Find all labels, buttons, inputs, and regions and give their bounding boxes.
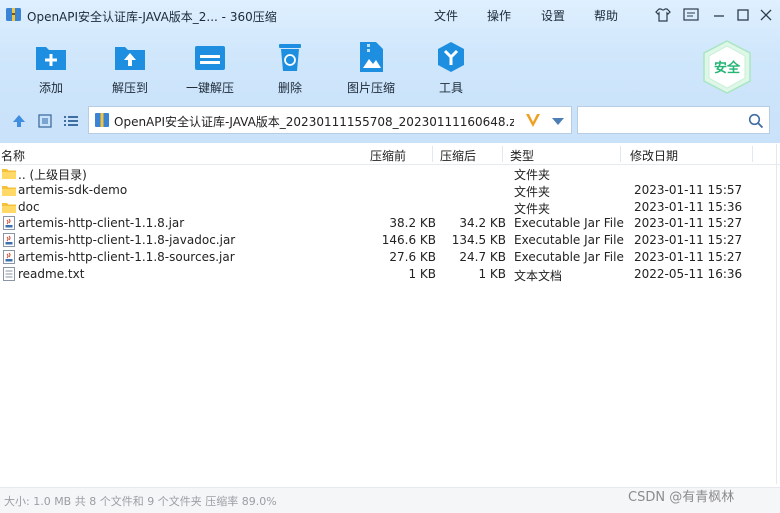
- column-divider[interactable]: [752, 146, 753, 162]
- column-modified[interactable]: 修改日期: [630, 147, 678, 164]
- file-compressed-size: 1 KB: [478, 266, 506, 281]
- file-name: doc: [18, 199, 40, 214]
- app-logo-icon: [6, 8, 21, 21]
- file-modified: 2023-01-11 15:27: [634, 216, 743, 231]
- thumbnail-view-icon[interactable]: [36, 112, 54, 130]
- add-button[interactable]: 添加: [16, 38, 86, 98]
- tools-button[interactable]: 工具: [416, 38, 486, 98]
- column-divider[interactable]: [620, 146, 621, 162]
- file-compressed-size: 134.5 KB: [451, 233, 506, 248]
- file-packed-size: 27.6 KB: [389, 250, 436, 264]
- folder-icon: [2, 169, 16, 179]
- tools-icon: [438, 42, 464, 72]
- file-row[interactable]: artemis-http-client-1.1.8-sources.jar 27.…: [0, 249, 780, 266]
- minimize-icon[interactable]: [710, 6, 728, 24]
- folder-icon: [2, 185, 16, 196]
- file-type: 文件夹: [514, 201, 551, 216]
- file-type: 文件夹: [514, 168, 551, 182]
- up-arrow-icon[interactable]: [10, 112, 28, 130]
- file-modified: 2022-05-11 16:36: [634, 266, 743, 281]
- file-list-header: 名称 压缩前 压缩后 类型 修改日期: [0, 144, 780, 165]
- file-modified: 2023-01-11 15:27: [634, 233, 743, 248]
- feedback-icon[interactable]: [682, 6, 700, 24]
- file-modified: 2023-01-11 15:27: [634, 250, 743, 264]
- file-modified: 2023-01-11 15:57: [634, 182, 743, 197]
- file-row[interactable]: artemis-http-client-1.1.8.jar 38.2 KB 34.2…: [0, 215, 780, 232]
- one-click-extract-icon: [195, 46, 225, 70]
- search-input[interactable]: [577, 106, 770, 134]
- close-icon[interactable]: [757, 6, 775, 24]
- top-panel: OpenAPI安全认证库-JAVA版本_2... - 360压缩 文件 操作 设…: [0, 0, 780, 143]
- image-compress-button-label: 图片压缩: [346, 81, 395, 95]
- folder-icon: [2, 202, 16, 213]
- archive-path: OpenAPI安全认证库-JAVA版本_20230111155708_20230…: [114, 115, 514, 129]
- file-compressed-size: 34.2 KB: [459, 216, 506, 231]
- image-compress-button[interactable]: 图片压缩: [336, 38, 406, 98]
- v-mark-icon: [526, 114, 540, 127]
- file-packed-size: 146.6 KB: [381, 233, 436, 248]
- file-type: Executable Jar File: [514, 233, 624, 248]
- address-bar[interactable]: OpenAPI安全认证库-JAVA版本_20230111155708_20230…: [88, 106, 572, 134]
- column-name[interactable]: 名称: [1, 147, 25, 164]
- file-packed-size: 1 KB: [408, 266, 436, 281]
- archive-window: OpenAPI安全认证库-JAVA版本_2... - 360压缩 文件 操作 设…: [0, 0, 780, 513]
- file-type: Executable Jar File: [514, 250, 624, 264]
- file-row[interactable]: readme.txt 1 KB 1 KB 文本文档 2022-05-11 16:36: [0, 266, 780, 283]
- tools-button-label: 工具: [438, 81, 463, 95]
- list-border: [776, 144, 777, 484]
- menu-operate[interactable]: 操作: [487, 7, 511, 24]
- file-row[interactable]: artemis-sdk-demo 文件夹 2023-01-11 15:57: [0, 182, 780, 199]
- file-type: 文本文档: [514, 268, 563, 283]
- list-view-icon[interactable]: [62, 112, 80, 130]
- jar-file-icon: [3, 233, 15, 248]
- file-modified: 2023-01-11 15:36: [634, 199, 743, 214]
- image-compress-icon: [360, 42, 383, 72]
- file-name: artemis-http-client-1.1.8-sources.jar: [18, 250, 235, 264]
- add-button-label: 添加: [38, 81, 63, 95]
- file-type: Executable Jar File: [514, 216, 624, 231]
- file-compressed-size: 24.7 KB: [459, 250, 506, 264]
- menu-file[interactable]: 文件: [434, 7, 458, 24]
- extract-to-button-label: 解压到: [111, 81, 148, 95]
- watermark: CSDN @有青枫林: [628, 490, 735, 505]
- one-click-extract-button-label: 一键解压: [185, 81, 234, 95]
- file-row[interactable]: .. (上级目录) 文件夹: [0, 165, 780, 182]
- menu-help[interactable]: 帮助: [594, 7, 618, 24]
- file-row[interactable]: doc 文件夹 2023-01-11 15:36: [0, 199, 780, 216]
- file-name: artemis-sdk-demo: [18, 182, 128, 197]
- status-text: 大小: 1.0 MB 共 8 个文件和 9 个文件夹 压缩率 89.0%: [4, 495, 277, 508]
- maximize-icon[interactable]: [734, 6, 752, 24]
- menu-settings[interactable]: 设置: [541, 7, 565, 24]
- column-type[interactable]: 类型: [510, 147, 534, 164]
- window-title: OpenAPI安全认证库-JAVA版本_2... - 360压缩: [27, 10, 277, 24]
- extract-to-icon: [115, 47, 145, 70]
- title-bar: OpenAPI安全认证库-JAVA版本_2... - 360压缩 文件 操作 设…: [0, 0, 780, 30]
- search-icon[interactable]: [748, 113, 764, 129]
- file-name: artemis-http-client-1.1.8-javadoc.jar: [18, 233, 236, 248]
- jar-file-icon: [3, 250, 15, 264]
- extract-to-button[interactable]: 解压到: [95, 38, 165, 98]
- delete-button-label: 删除: [277, 81, 302, 95]
- file-name: readme.txt: [18, 266, 85, 281]
- column-compressed[interactable]: 压缩后: [440, 147, 476, 164]
- column-packed[interactable]: 压缩前: [370, 147, 406, 164]
- file-name: artemis-http-client-1.1.8.jar: [18, 216, 185, 231]
- delete-button[interactable]: 删除: [255, 38, 325, 98]
- file-row[interactable]: artemis-http-client-1.1.8-javadoc.jar 146…: [0, 232, 780, 249]
- skin-shirt-icon[interactable]: [654, 6, 672, 24]
- one-click-extract-button[interactable]: 一键解压: [175, 38, 245, 98]
- column-divider[interactable]: [432, 146, 433, 162]
- security-label: 安全: [713, 61, 740, 76]
- column-divider[interactable]: [502, 146, 503, 162]
- file-type: 文件夹: [514, 184, 551, 199]
- zip-archive-icon: [95, 113, 109, 127]
- delete-icon: [279, 44, 301, 71]
- file-name: .. (上级目录): [18, 168, 87, 182]
- add-archive-icon: [36, 47, 66, 70]
- security-shield[interactable]: 安全: [702, 40, 752, 94]
- chevron-down-icon[interactable]: [551, 116, 565, 126]
- text-file-icon: [3, 266, 15, 281]
- file-packed-size: 38.2 KB: [389, 216, 436, 231]
- jar-file-icon: [3, 216, 15, 231]
